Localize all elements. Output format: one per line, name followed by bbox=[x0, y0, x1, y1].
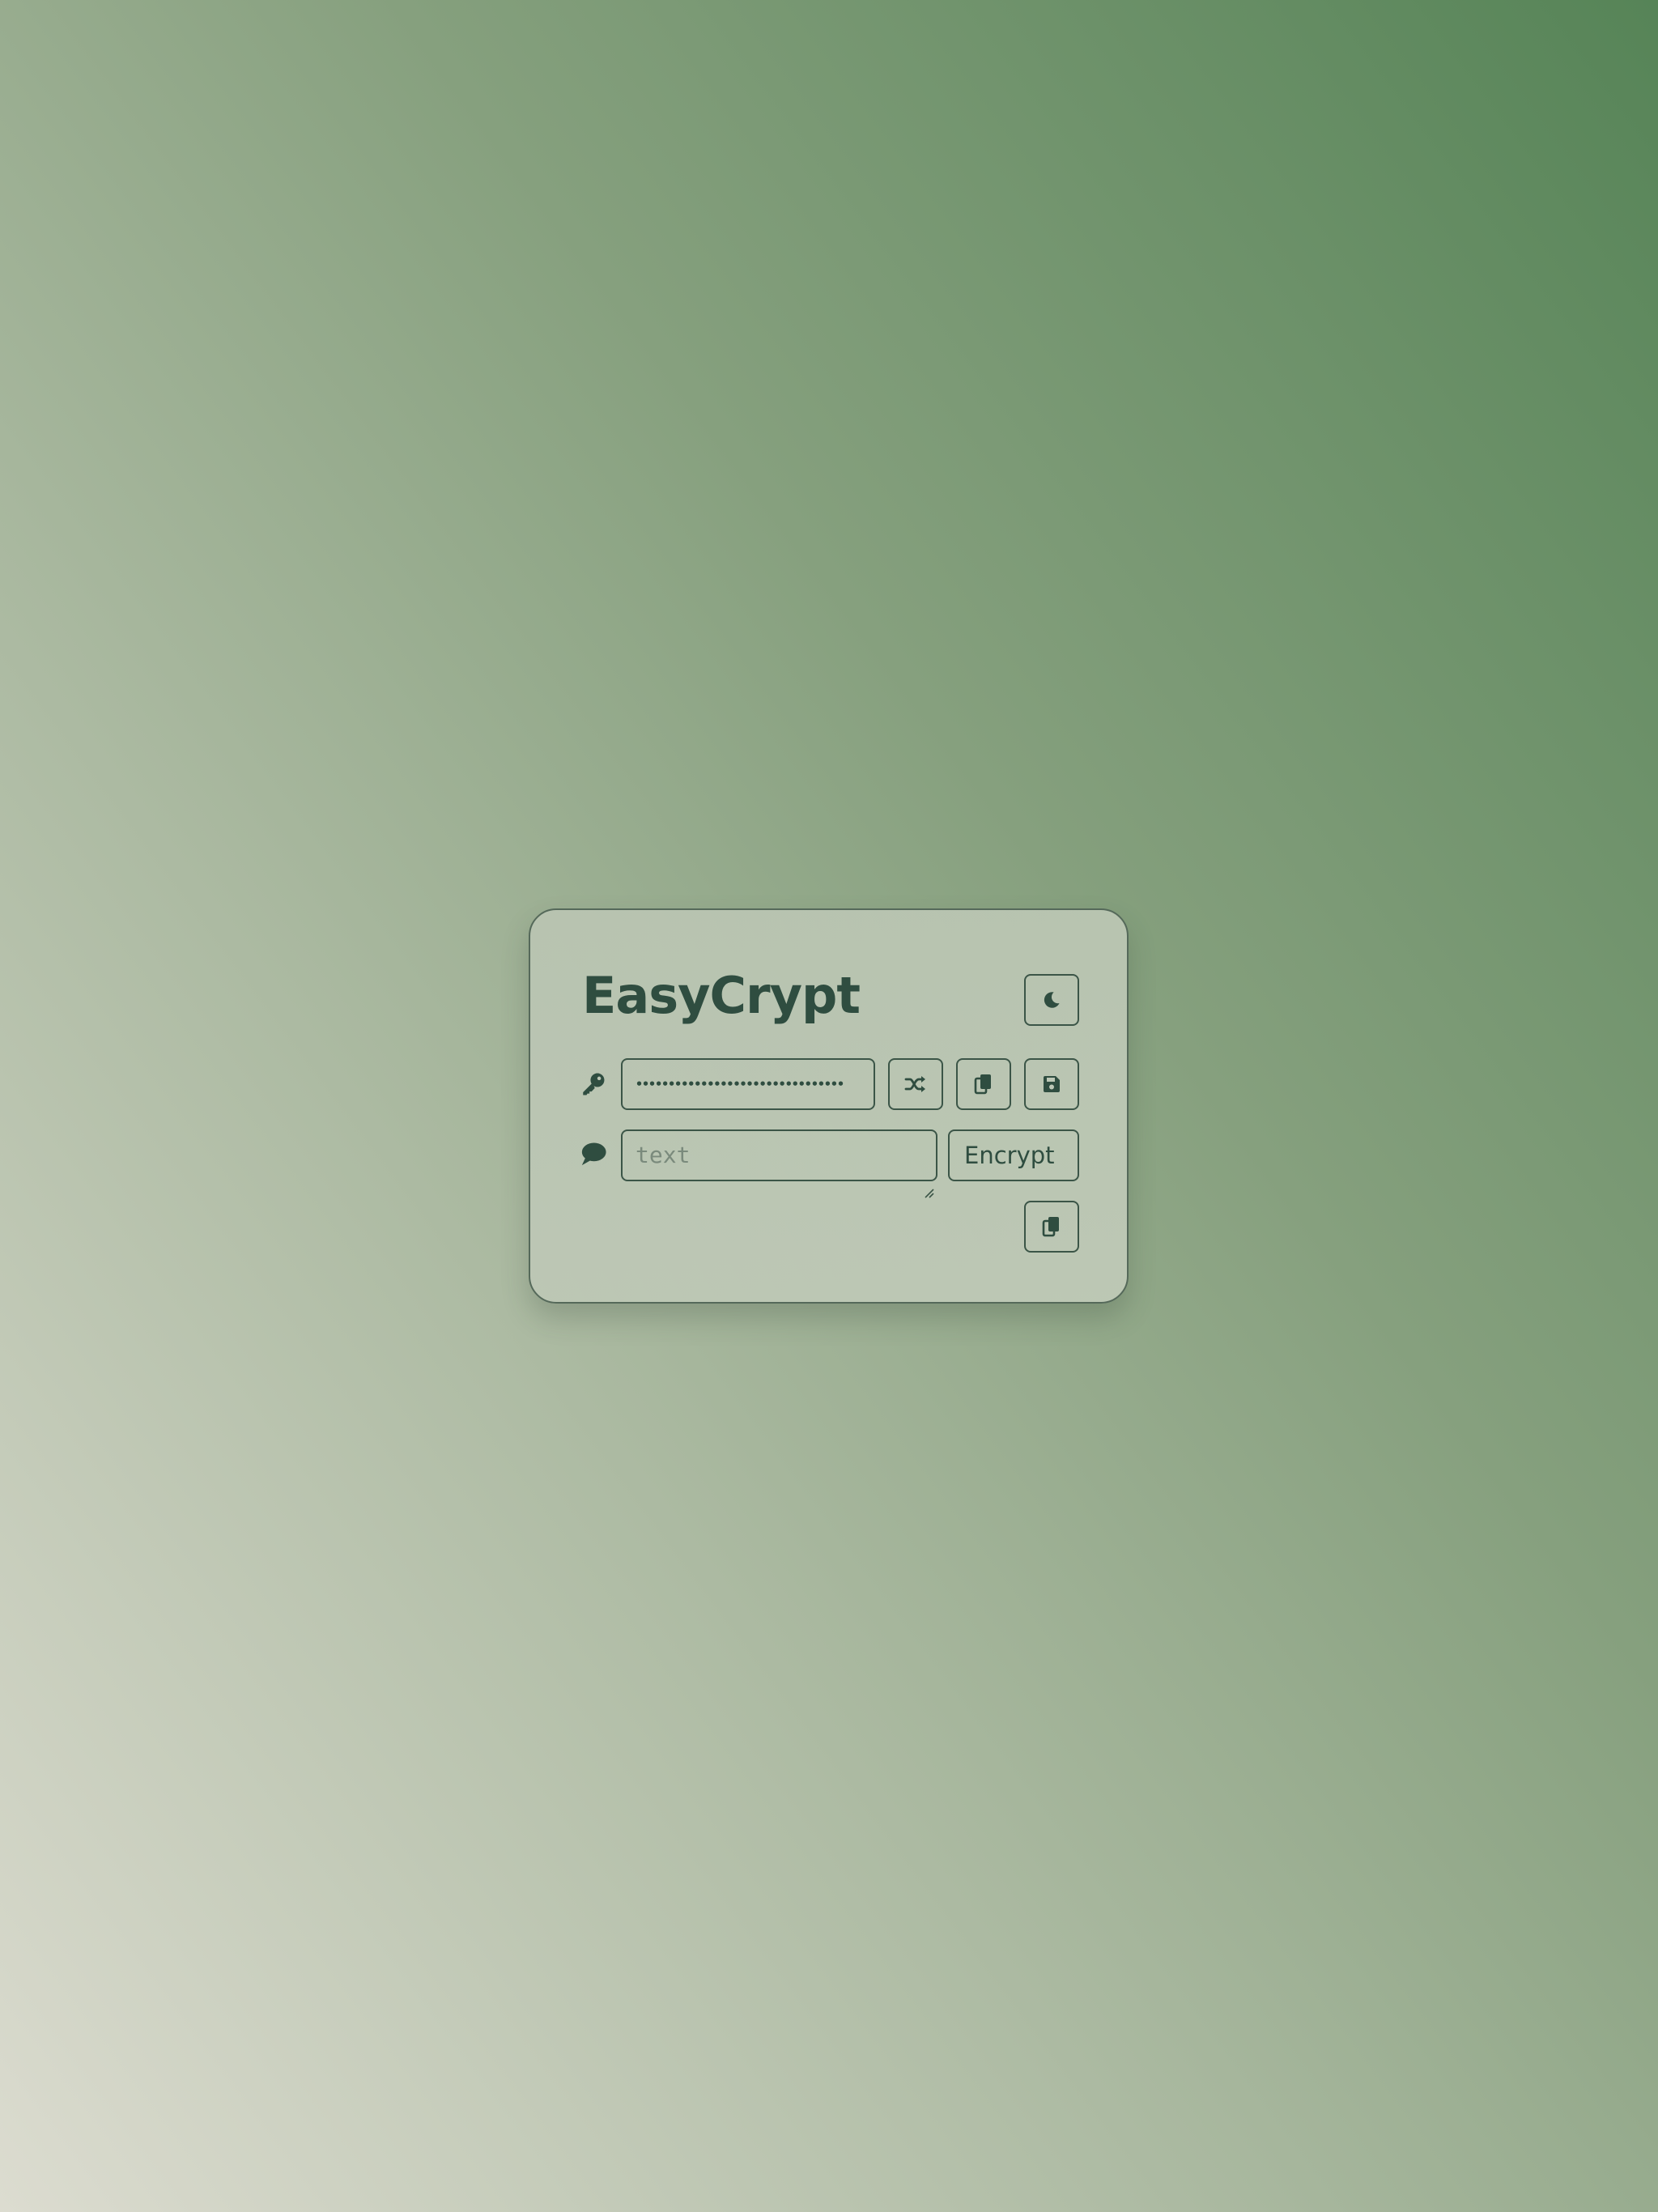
copy-key-button[interactable] bbox=[956, 1058, 1011, 1110]
encrypt-button[interactable]: Encrypt bbox=[948, 1129, 1079, 1181]
floppy-disk-icon bbox=[1042, 1074, 1061, 1094]
randomize-key-button[interactable] bbox=[888, 1058, 943, 1110]
resize-handle-icon[interactable] bbox=[923, 1167, 934, 1198]
copy-icon bbox=[1042, 1215, 1061, 1238]
shuffle-icon bbox=[904, 1074, 927, 1094]
speech-bubble-icon bbox=[579, 1139, 608, 1168]
text-input[interactable]: text bbox=[621, 1129, 937, 1198]
moon-icon bbox=[1041, 989, 1062, 1010]
copy-icon bbox=[974, 1073, 993, 1095]
app-card: EasyCrypt ••••••••••••••••••••••••••••••… bbox=[529, 908, 1129, 1304]
app-title: EasyCrypt bbox=[582, 966, 861, 1025]
save-key-button[interactable] bbox=[1024, 1058, 1079, 1110]
copy-output-button[interactable] bbox=[1024, 1201, 1079, 1253]
key-icon bbox=[579, 1070, 608, 1099]
theme-toggle-button[interactable] bbox=[1024, 974, 1079, 1026]
key-input[interactable]: •••••••••••••••••••••••••••••••• bbox=[621, 1058, 875, 1110]
